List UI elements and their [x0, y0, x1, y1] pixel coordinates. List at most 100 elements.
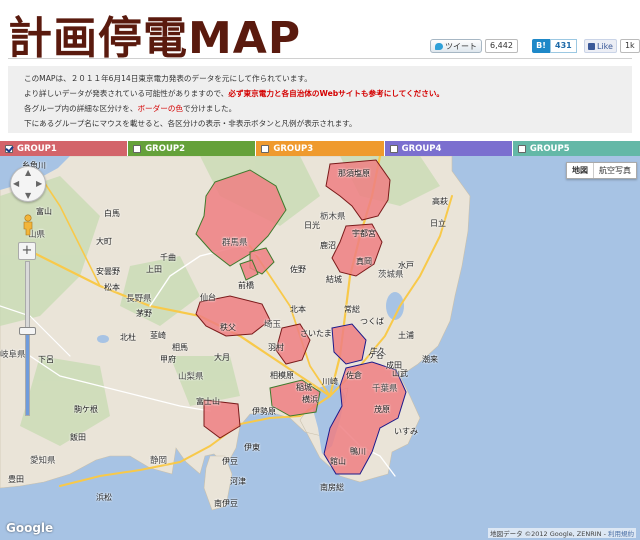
- pegman-icon[interactable]: [21, 214, 35, 236]
- map-label: 日光: [304, 221, 320, 230]
- map-label: 山梨県: [178, 372, 204, 382]
- pan-up-icon[interactable]: ▲: [25, 169, 31, 177]
- twitter-bird-icon: [435, 42, 443, 50]
- map-label: 土浦: [398, 331, 414, 340]
- map-label: 浜松: [96, 493, 112, 502]
- hatena-bookmark-count[interactable]: 431: [550, 39, 577, 53]
- map-label: 館山: [330, 457, 346, 466]
- group1-checkbox[interactable]: [5, 144, 13, 153]
- map-label: 韮崎: [150, 331, 166, 340]
- page-title: 計画停電MAP: [8, 13, 302, 64]
- map-label: 静岡: [150, 456, 168, 466]
- group2-label: GROUP2: [145, 143, 185, 154]
- map-type-map-button[interactable]: 地図: [567, 163, 594, 178]
- map-label: 結城: [326, 275, 342, 284]
- map-label: 富山: [36, 207, 52, 216]
- terms-link[interactable]: 利用規約: [608, 530, 634, 538]
- hatena-bookmark-widget[interactable]: B! 431: [532, 39, 577, 53]
- map-label: 伊勢原: [252, 407, 276, 416]
- tweet-label: ツイート: [445, 41, 477, 51]
- group4-checkbox[interactable]: [389, 144, 398, 153]
- group5-checkbox[interactable]: [517, 144, 526, 153]
- map-type-satellite-button[interactable]: 航空写真: [594, 163, 636, 178]
- group2-checkbox[interactable]: [133, 144, 142, 153]
- map-label: 栃木県: [320, 212, 346, 222]
- map-label: 伊東: [244, 443, 260, 452]
- map-label: 鴨川: [350, 447, 366, 456]
- map-label: 相模原: [270, 371, 294, 380]
- map-label: 相馬: [172, 343, 188, 352]
- info-line-3-suffix: で分けました。: [183, 104, 237, 113]
- map-label: 南伊豆: [214, 499, 238, 508]
- map-attribution: 地図データ ©2012 Google, ZENRIN - 利用規約: [488, 528, 636, 538]
- info-line-2: より詳しいデータが発表されている可能性がありますので、必ず東京電力と各自治体のW…: [24, 86, 632, 101]
- map-label: 群馬県: [222, 238, 248, 248]
- map-label: 上田: [146, 265, 162, 274]
- group4-label: GROUP4: [401, 143, 442, 154]
- map-label: ケ谷: [368, 351, 384, 360]
- thumbs-up-icon: [588, 42, 595, 50]
- map-label: 豊田: [8, 475, 24, 484]
- tweet-button[interactable]: ツイート: [430, 39, 482, 53]
- google-logo[interactable]: Google: [6, 521, 53, 535]
- map-label: 潮来: [422, 355, 438, 364]
- info-line-4: 下にあるグループ名にマウスを載せると、各区分けの表示・非表示ボタンと凡例が表示さ…: [24, 119, 357, 128]
- map-label: 高萩: [432, 197, 448, 206]
- group3-checkbox[interactable]: [261, 144, 270, 153]
- map-label: 佐倉: [346, 371, 362, 380]
- map-label: 北杜: [120, 333, 136, 342]
- map-label: 愛知県: [30, 456, 56, 466]
- map-label: 山武: [392, 369, 408, 378]
- tab-group5[interactable]: GROUP5: [512, 141, 640, 156]
- hatena-bookmark-icon[interactable]: B!: [532, 39, 550, 53]
- tab-group3[interactable]: GROUP3: [256, 141, 385, 156]
- map-label: 駒ケ根: [74, 405, 98, 414]
- map-canvas[interactable]: 糸魚川 富山 山県 大町 白馬 安曇野 松本 長野県 上田 茅野 群馬県 前橋 …: [0, 156, 640, 540]
- tab-group1[interactable]: GROUP1: [0, 141, 129, 156]
- map-label: 千葉県: [372, 384, 398, 394]
- zoom-in-button[interactable]: +: [18, 242, 36, 260]
- map-label: つくば: [360, 317, 384, 326]
- map-label: 川崎: [322, 377, 338, 386]
- map-label: 横浜: [302, 395, 318, 404]
- map-label: 真岡: [356, 257, 372, 266]
- attribution-text: 地図データ ©2012 Google, ZENRIN -: [490, 530, 608, 538]
- info-line-3: 各グループ内の詳細な区分けを、ボーダーの色で分けました。: [24, 101, 632, 116]
- tab-group2[interactable]: GROUP2: [128, 141, 257, 156]
- map-label: 大月: [214, 353, 230, 362]
- pan-right-icon[interactable]: ▶: [36, 180, 42, 188]
- map-label: 安曇野: [96, 267, 120, 276]
- map-type-control[interactable]: 地図 航空写真: [566, 162, 637, 179]
- group5-label: GROUP5: [529, 143, 570, 154]
- map-label: 岐阜県: [0, 350, 26, 360]
- map-label: 那須塩原: [338, 169, 370, 178]
- border-color-highlight: ボーダーの色: [137, 104, 184, 113]
- pan-left-icon[interactable]: ◀: [13, 180, 19, 188]
- facebook-like-button[interactable]: Like: [584, 39, 617, 53]
- info-box: このMAPは、２０１１年6月14日東京電力発表のデータを元にして作られています。…: [8, 66, 632, 133]
- map-label: 仙台: [200, 293, 216, 302]
- map-label: 常総: [344, 305, 360, 314]
- map-label: 北本: [290, 305, 306, 314]
- tweet-widget[interactable]: ツイート 6,442: [430, 39, 518, 53]
- zoom-slider[interactable]: [25, 261, 30, 416]
- info-line-3-text: 各グループ内の詳細な区分けを、: [24, 104, 138, 113]
- pan-down-icon[interactable]: ▼: [25, 192, 31, 200]
- map-label: 南房総: [320, 483, 344, 492]
- map-label: 伊豆: [222, 457, 238, 466]
- group3-label: GROUP3: [273, 143, 314, 154]
- info-line-1: このMAPは、２０１１年6月14日東京電力発表のデータを元にして作られています。: [24, 74, 312, 83]
- map-label: 羽村: [268, 343, 284, 352]
- map-label: 富士山: [196, 397, 220, 406]
- zoom-slider-handle[interactable]: [19, 327, 36, 335]
- map-label: 稲城: [296, 383, 312, 392]
- map-label: 長野県: [126, 294, 152, 304]
- map-label: 前橋: [238, 281, 254, 290]
- info-warning: 必ず東京電力と各自治体のWebサイトも参考にしてください。: [228, 89, 445, 98]
- pan-control[interactable]: ▲ ▼ ◀ ▶: [10, 166, 46, 202]
- map-label: 水戸: [398, 261, 414, 270]
- facebook-like-widget[interactable]: Like 1k: [584, 39, 640, 53]
- map-label: さいたま: [300, 329, 332, 338]
- tab-group4[interactable]: GROUP4: [384, 141, 513, 156]
- map-label: 埼玉: [264, 320, 282, 330]
